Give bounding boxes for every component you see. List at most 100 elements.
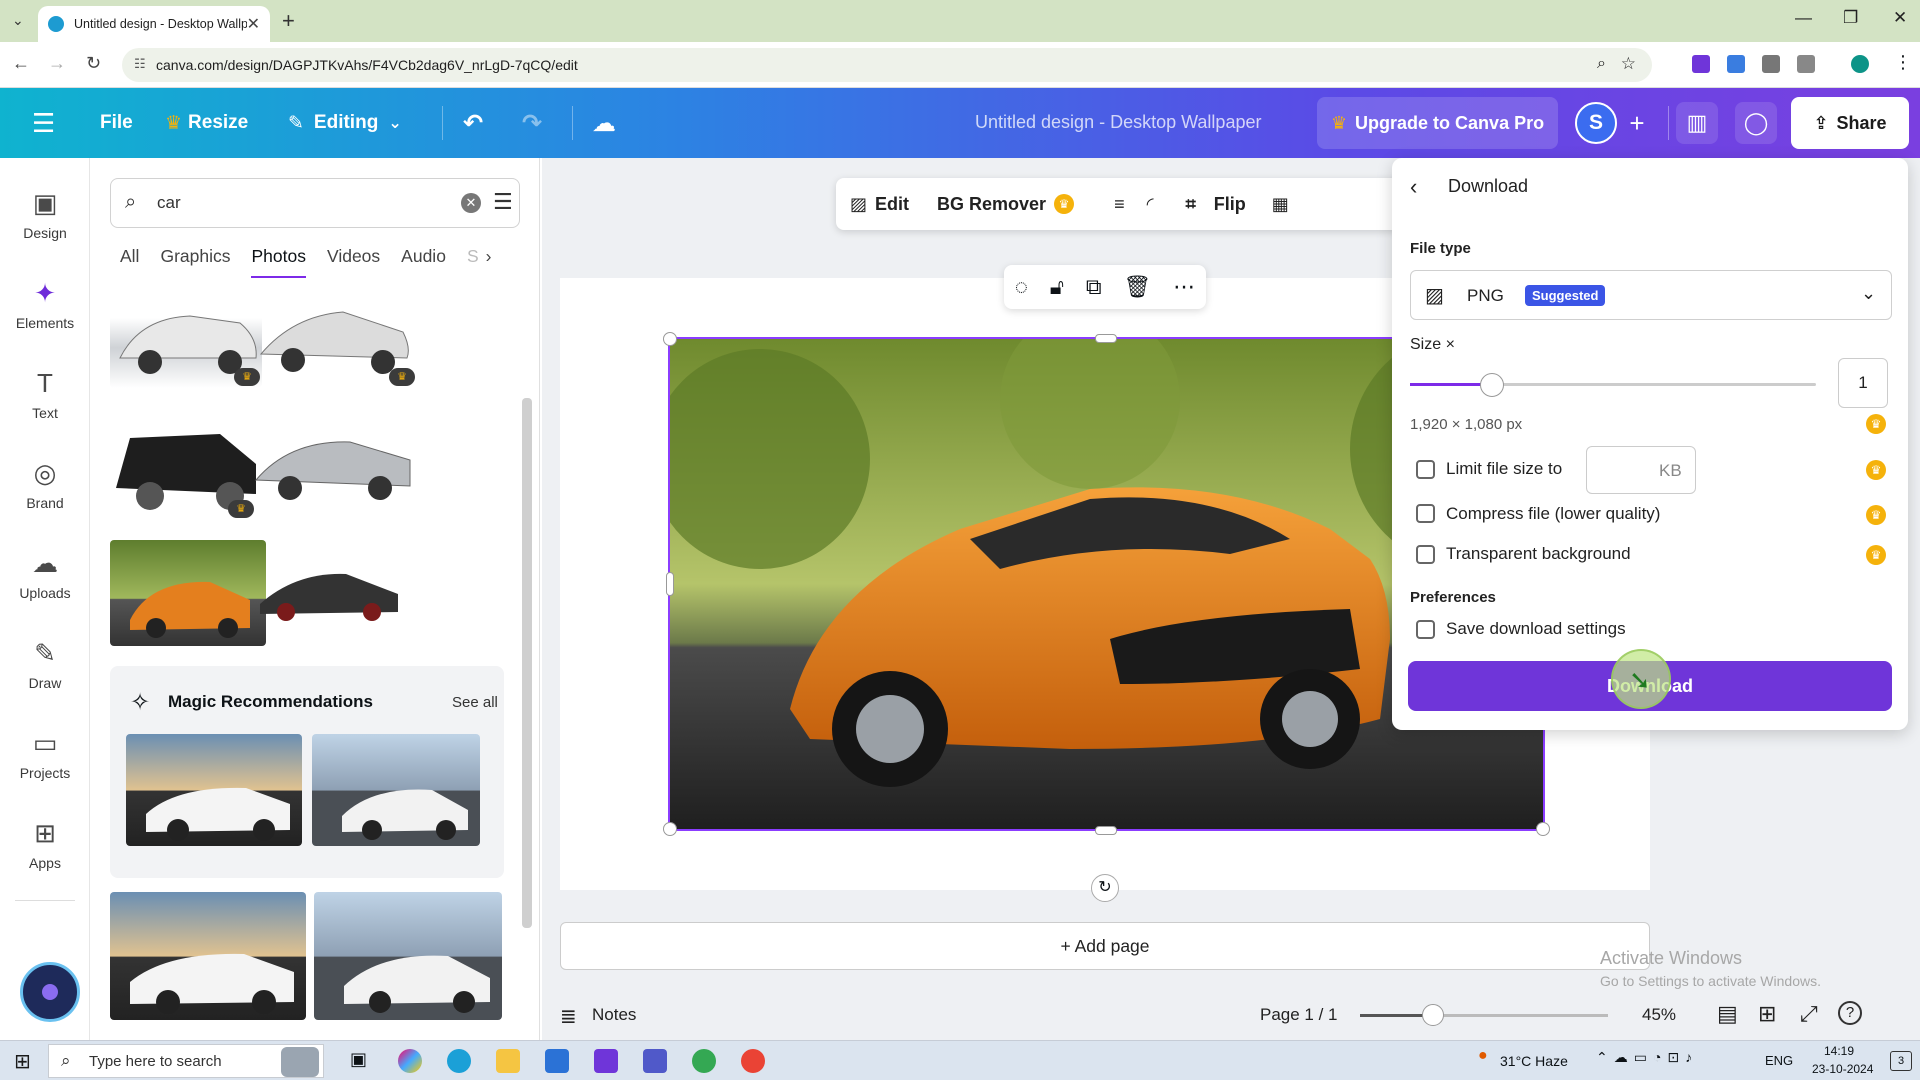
notes-button[interactable]: Notes [592,1005,636,1025]
rail-item-projects[interactable]: ▭ Projects [0,728,90,781]
fullscreen-icon[interactable]: ⤢ [1800,1001,1818,1027]
photo-result[interactable] [110,892,306,1020]
avatar[interactable]: S [1575,102,1617,144]
corner-rounding-icon[interactable]: ◜ [1147,194,1154,215]
new-tab-icon[interactable]: + [282,8,295,34]
size-slider[interactable] [1410,373,1816,397]
file-explorer-icon[interactable] [496,1049,520,1073]
page-view-icon[interactable]: ▤ [1717,1001,1738,1027]
resize-handle[interactable] [1095,334,1117,343]
bookmark-star-icon[interactable]: ☆ [1621,54,1636,74]
chevron-right-icon[interactable]: › [486,246,492,278]
help-icon[interactable]: ? [1838,1001,1862,1025]
rail-item-text[interactable]: T Text [0,368,90,421]
system-tray-icons[interactable]: ⌃☁▭◔⊡♪ [1596,1049,1698,1066]
close-window-icon[interactable]: ✕ [1893,8,1907,28]
photo-result[interactable] [126,734,302,846]
redo-icon[interactable]: ↷ [522,88,542,158]
app-icon[interactable] [594,1049,618,1073]
transparency-icon[interactable]: ▦ [1272,194,1289,215]
rail-item-uploads[interactable]: ☁ Uploads [0,548,90,601]
main-menu-icon[interactable]: ☰ [32,88,55,158]
restore-icon[interactable]: ❐ [1843,8,1858,28]
tab-photos[interactable]: Photos [251,246,306,278]
zoom-slider-thumb[interactable] [1422,1004,1444,1026]
back-chevron-icon[interactable]: ‹ [1410,174,1417,200]
photo-result[interactable] [250,420,414,510]
url-field[interactable]: ☷ canva.com/design/DAGPJTKvAhs/F4VCb2dag… [122,48,1652,82]
size-slider-thumb[interactable] [1480,373,1504,397]
resize-button[interactable]: ♛ Resize [165,88,248,158]
grid-view-icon[interactable]: ⊞ [1758,1001,1776,1027]
photo-result[interactable] [256,564,402,626]
tab-all[interactable]: All [120,246,139,278]
see-all-link[interactable]: See all [452,694,498,711]
rail-item-elements[interactable]: ✦ Elements [0,278,90,331]
back-icon[interactable]: ← [12,53,30,74]
photo-result[interactable]: ♛ [110,288,262,388]
windows-start-icon[interactable]: ⊞ [14,1049,31,1074]
upgrade-button[interactable]: ♛ Upgrade to Canva Pro [1317,97,1558,149]
zoom-icon[interactable]: ⌕ [1597,55,1606,73]
analytics-icon[interactable]: ▥ [1676,102,1718,144]
edit-image-icon[interactable]: ▨ [850,194,867,215]
cloud-saved-icon[interactable]: ☁ [592,88,616,158]
delete-icon[interactable]: 🗑︎ [1123,274,1151,300]
tab-search-icon[interactable]: ⌄ [12,12,24,29]
clear-search-icon[interactable]: ✕ [461,193,481,213]
design-title[interactable]: Untitled design - Desktop Wallpaper [975,112,1261,133]
comment-add-icon[interactable]: ◌ [1015,274,1028,300]
photo-result[interactable]: ♛ [253,288,415,388]
size-input[interactable]: 1 [1838,358,1888,408]
photo-result[interactable]: ♛ [110,408,262,518]
mail-icon[interactable] [545,1049,569,1073]
forward-icon[interactable]: → [48,53,66,74]
copilot-icon[interactable] [398,1049,422,1073]
filter-icon[interactable]: ☰ [493,189,513,215]
resize-handle[interactable] [663,332,677,346]
file-type-select[interactable]: ▨ PNG Suggested ⌄ [1410,270,1892,320]
save-settings-checkbox[interactable] [1416,620,1435,639]
site-info-icon[interactable]: ☷ [134,56,146,72]
photo-result[interactable] [314,892,502,1020]
flip-button[interactable]: Flip [1214,194,1246,215]
align-lines-icon[interactable]: ≡ [1114,194,1125,215]
tab-graphics[interactable]: Graphics [160,246,230,278]
browser-tab[interactable]: Untitled design - Desktop Wallp ✕ [38,6,270,42]
extension-icon[interactable] [1762,55,1780,73]
rail-item-apps[interactable]: ⊞ Apps [0,818,90,871]
page-indicator[interactable]: Page 1 / 1 [1260,1005,1338,1025]
tab-more[interactable]: S [467,246,479,278]
chrome-icon[interactable] [741,1049,765,1073]
notes-icon[interactable]: ≣ [560,1004,577,1029]
tab-videos[interactable]: Videos [327,246,380,278]
notification-count[interactable]: 3 [1890,1051,1912,1071]
rotate-handle-icon[interactable]: ↻ [1091,874,1119,902]
share-button[interactable]: ⇪ Share [1791,97,1909,149]
resize-handle[interactable] [1536,822,1550,836]
task-view-icon[interactable]: ▣ [350,1049,367,1070]
file-size-kb-input[interactable]: KB [1586,446,1696,494]
file-menu-button[interactable]: File [100,88,133,158]
rail-item-draw[interactable]: ✎ Draw [0,638,90,691]
bg-remover-button[interactable]: BG Remover [937,194,1046,215]
teams-icon[interactable] [643,1049,667,1073]
extensions-puzzle-icon[interactable] [1797,55,1815,73]
minimize-icon[interactable]: — [1795,8,1812,28]
duplicate-icon[interactable]: ⧉ [1086,274,1102,300]
language-indicator[interactable]: ENG [1765,1053,1793,1068]
zoom-level[interactable]: 45% [1642,1005,1676,1025]
clock-time[interactable]: 14:19 [1824,1044,1854,1058]
editing-mode-button[interactable]: ✎ Editing ⌄ [288,88,402,158]
magic-assistant-button[interactable] [20,962,80,1022]
edge-icon[interactable] [447,1049,471,1073]
resize-handle[interactable] [663,822,677,836]
rail-item-brand[interactable]: ◎ Brand [0,458,90,511]
clock-date[interactable]: 23-10-2024 [1812,1062,1873,1076]
comment-icon[interactable]: ◯ [1735,102,1777,144]
extension-icon[interactable] [1692,55,1710,73]
reload-icon[interactable]: ↻ [86,53,101,74]
browser-menu-icon[interactable]: ⋮ [1894,52,1912,73]
extension-icon[interactable] [1727,55,1745,73]
resize-handle[interactable] [666,572,674,596]
